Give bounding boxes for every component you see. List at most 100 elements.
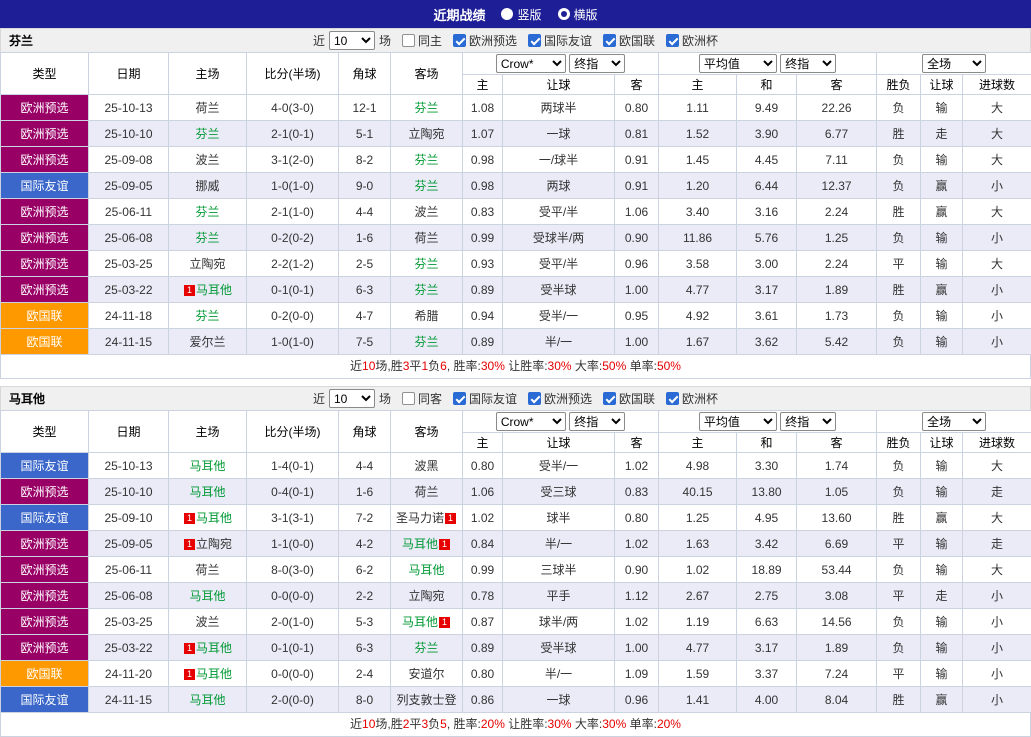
layout-radio-vertical[interactable]: 竖版 xyxy=(501,6,541,23)
avg-home-cell: 1.63 xyxy=(659,531,737,557)
avg-away-cell: 7.24 xyxy=(797,661,877,687)
team-link[interactable]: 安道尔 xyxy=(408,667,444,681)
handicap-result-cell: 输 xyxy=(921,661,963,687)
avg-away-cell: 6.77 xyxy=(797,121,877,147)
team-link[interactable]: 马耳他 xyxy=(196,667,232,681)
red-card-badge: 1 xyxy=(439,539,450,550)
league-badge: 欧洲预选 xyxy=(1,635,89,661)
checkbox-icon[interactable] xyxy=(603,392,616,405)
team-link[interactable]: 马耳他 xyxy=(196,283,232,297)
summary-segment: 30% xyxy=(481,359,505,373)
avg-away-cell: 6.69 xyxy=(797,531,877,557)
filter-checkbox[interactable]: 欧洲预选 xyxy=(528,390,592,407)
radio-icon[interactable] xyxy=(501,8,513,20)
team-link[interactable]: 立陶宛 xyxy=(189,257,225,271)
checkbox-icon[interactable] xyxy=(453,392,466,405)
team-link[interactable]: 芬兰 xyxy=(414,257,438,271)
team-link[interactable]: 荷兰 xyxy=(195,563,219,577)
team-link[interactable]: 芬兰 xyxy=(414,283,438,297)
team-link[interactable]: 爱尔兰 xyxy=(189,335,225,349)
match-row: 欧国联24-11-15爱尔兰1-0(1-0)7-5芬兰0.89半/一1.001.… xyxy=(1,329,1031,355)
team-link[interactable]: 芬兰 xyxy=(414,153,438,167)
team-link[interactable]: 马耳他 xyxy=(189,459,225,473)
team-link[interactable]: 马耳他 xyxy=(408,563,444,577)
score-cell: 0-2(0-2) xyxy=(247,225,339,251)
scope-select[interactable]: 全场 xyxy=(922,54,986,73)
match-row: 欧洲预选25-10-10马耳他0-4(0-1)1-6荷兰1.06受三球0.834… xyxy=(1,479,1031,505)
avg-stage-select[interactable]: 终指 xyxy=(780,54,836,73)
team-link[interactable]: 芬兰 xyxy=(195,231,219,245)
team-link[interactable]: 荷兰 xyxy=(414,485,438,499)
match-count-select[interactable]: 10 xyxy=(329,31,375,50)
handicap-result-cell: 赢 xyxy=(921,199,963,225)
checkbox-icon[interactable] xyxy=(528,34,541,47)
team-link[interactable]: 马耳他 xyxy=(402,615,438,629)
avg-select[interactable]: 平均值 xyxy=(699,54,777,73)
checkbox-icon[interactable] xyxy=(453,34,466,47)
team-link[interactable]: 波兰 xyxy=(195,153,219,167)
avg-home-cell: 1.45 xyxy=(659,147,737,173)
corner-cell: 2-2 xyxy=(339,583,391,609)
avg-draw-cell: 3.61 xyxy=(737,303,797,329)
team-link[interactable]: 立陶宛 xyxy=(196,537,232,551)
filter-checkbox[interactable]: 欧国联 xyxy=(603,32,655,49)
same-venue-filter[interactable]: 同客 xyxy=(402,390,442,407)
checkbox-icon[interactable] xyxy=(528,392,541,405)
avg-select[interactable]: 平均值 xyxy=(699,412,777,431)
checkbox-icon[interactable] xyxy=(666,392,679,405)
odds-away-cell: 1.00 xyxy=(615,635,659,661)
filter-checkbox[interactable]: 国际友谊 xyxy=(453,390,517,407)
team-link[interactable]: 芬兰 xyxy=(195,127,219,141)
team-link[interactable]: 马耳他 xyxy=(196,511,232,525)
team-link[interactable]: 芬兰 xyxy=(195,309,219,323)
team-link[interactable]: 芬兰 xyxy=(414,335,438,349)
team-link[interactable]: 荷兰 xyxy=(414,231,438,245)
team-link[interactable]: 波黑 xyxy=(414,459,438,473)
away-team-cell: 马耳他1 xyxy=(391,609,463,635)
filter-checkbox[interactable]: 欧国联 xyxy=(603,390,655,407)
team-link[interactable]: 马耳他 xyxy=(196,641,232,655)
bookmaker-select[interactable]: Crow* xyxy=(496,54,566,73)
team-link[interactable]: 马耳他 xyxy=(189,693,225,707)
scope-select[interactable]: 全场 xyxy=(922,412,986,431)
home-team-cell: 1立陶宛 xyxy=(169,531,247,557)
layout-radio-horizontal[interactable]: 横版 xyxy=(558,6,598,23)
team-link[interactable]: 立陶宛 xyxy=(408,589,444,603)
team-link[interactable]: 挪威 xyxy=(195,179,219,193)
checkbox-icon[interactable] xyxy=(402,34,415,47)
team-link[interactable]: 芬兰 xyxy=(195,205,219,219)
radio-icon[interactable] xyxy=(558,8,570,20)
avg-stage-select[interactable]: 终指 xyxy=(780,412,836,431)
match-date-cell: 25-09-08 xyxy=(89,147,169,173)
team-link[interactable]: 希腊 xyxy=(414,309,438,323)
team-link[interactable]: 立陶宛 xyxy=(408,127,444,141)
team-link[interactable]: 马耳他 xyxy=(402,537,438,551)
avg-home-cell: 1.59 xyxy=(659,661,737,687)
odds-stage-select[interactable]: 终指 xyxy=(569,54,625,73)
team-link[interactable]: 芬兰 xyxy=(414,179,438,193)
match-count-select[interactable]: 10 xyxy=(329,389,375,408)
team-link[interactable]: 波兰 xyxy=(414,205,438,219)
team-link[interactable]: 芬兰 xyxy=(414,641,438,655)
team-link[interactable]: 荷兰 xyxy=(195,101,219,115)
away-team-cell: 芬兰 xyxy=(391,173,463,199)
filter-checkbox[interactable]: 国际友谊 xyxy=(528,32,592,49)
team-link[interactable]: 列支敦士登 xyxy=(396,693,456,707)
filter-checkbox[interactable]: 欧洲杯 xyxy=(666,390,718,407)
checkbox-icon[interactable] xyxy=(603,34,616,47)
goals-result-cell: 大 xyxy=(963,557,1031,583)
bookmaker-select[interactable]: Crow* xyxy=(496,412,566,431)
team-link[interactable]: 马耳他 xyxy=(189,485,225,499)
odds-away-cell: 0.91 xyxy=(615,173,659,199)
team-link[interactable]: 波兰 xyxy=(195,615,219,629)
checkbox-icon[interactable] xyxy=(666,34,679,47)
checkbox-icon[interactable] xyxy=(402,392,415,405)
team-link[interactable]: 圣马力诺 xyxy=(396,511,444,525)
team-link[interactable]: 马耳他 xyxy=(189,589,225,603)
team-link[interactable]: 芬兰 xyxy=(414,101,438,115)
league-badge: 欧国联 xyxy=(1,329,89,355)
same-venue-filter[interactable]: 同主 xyxy=(402,32,442,49)
filter-checkbox[interactable]: 欧洲杯 xyxy=(666,32,718,49)
filter-checkbox[interactable]: 欧洲预选 xyxy=(453,32,517,49)
odds-stage-select[interactable]: 终指 xyxy=(569,412,625,431)
